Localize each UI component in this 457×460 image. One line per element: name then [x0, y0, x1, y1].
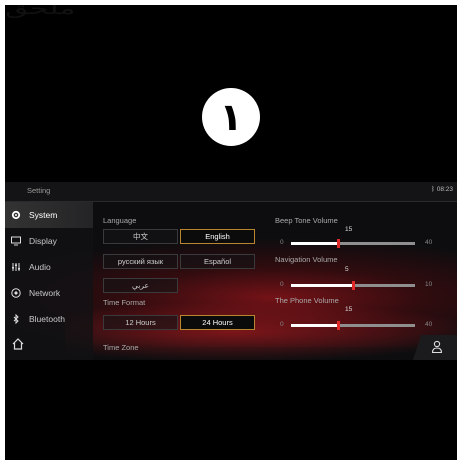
sidebar-item-network[interactable]: Network [5, 280, 93, 306]
header-word: ملحق [5, 5, 76, 19]
navigation-volume-max: 10 [425, 281, 433, 288]
sidebar-item-label: Network [29, 288, 61, 298]
navigation-volume-knob[interactable] [352, 281, 355, 290]
language-label: Language [103, 216, 137, 225]
sidebar-item-display[interactable]: Display [5, 228, 93, 254]
network-icon [11, 288, 21, 298]
language-option-arabic[interactable]: عربي [103, 278, 178, 293]
language-option-spanish[interactable]: Español [180, 254, 255, 269]
sidebar-item-label: Bluetooth [29, 314, 65, 324]
navigation-volume-min: 0 [280, 281, 284, 288]
beep-tone-volume-knob[interactable] [337, 239, 340, 248]
home-button[interactable] [11, 337, 25, 351]
sidebar-item-bluetooth[interactable]: Bluetooth [5, 306, 93, 332]
equalizer-icon [11, 262, 21, 272]
sidebar-item-audio[interactable]: Audio [5, 254, 93, 280]
user-icon [431, 340, 443, 354]
status-clock: ᛒ 08:23 [431, 186, 453, 193]
beep-tone-volume-value: 15 [345, 226, 353, 233]
beep-tone-volume-label: Beep Tone Volume [275, 216, 338, 225]
language-option-english[interactable]: English [180, 229, 255, 244]
beep-tone-volume-slider[interactable] [291, 239, 415, 248]
app-title: Setting [27, 186, 51, 195]
phone-volume-max: 40 [425, 321, 433, 328]
phone-volume-label: The Phone Volume [275, 296, 339, 305]
time-format-12-hours[interactable]: 12 Hours [103, 315, 178, 330]
time-format-24-hours[interactable]: 24 Hours [180, 315, 255, 330]
bluetooth-icon [11, 314, 21, 324]
title-bar: Setting ᛒ 08:23 [5, 182, 457, 202]
language-option-russian[interactable]: русский язык [103, 254, 178, 269]
device-frame: ملحق ١ Setting ᛒ 08:23 System Display Au… [5, 5, 457, 460]
step-number-badge: ١ [202, 88, 260, 146]
phone-volume-min: 0 [280, 321, 284, 328]
sidebar-item-system[interactable]: System [5, 202, 93, 228]
time-format-label: Time Format [103, 298, 146, 307]
sidebar-item-label: System [29, 210, 58, 220]
gear-icon [11, 210, 21, 220]
monitor-icon [11, 236, 21, 246]
home-icon [12, 338, 24, 350]
navigation-volume-label: Navigation Volume [275, 255, 338, 264]
phone-volume-slider[interactable] [291, 321, 415, 330]
beep-tone-volume-fill [291, 242, 338, 245]
navigation-volume-slider[interactable] [291, 281, 415, 290]
language-option-chinese[interactable]: 中文 [103, 229, 178, 244]
phone-volume-value: 15 [345, 306, 353, 313]
beep-tone-volume-min: 0 [280, 239, 284, 246]
phone-volume-fill [291, 324, 338, 327]
sidebar-item-label: Audio [29, 262, 51, 272]
sidebar-item-label: Display [29, 236, 57, 246]
navigation-volume-fill [291, 284, 353, 287]
settings-screen: Setting ᛒ 08:23 System Display Audio Net… [5, 182, 457, 360]
navigation-volume-value: 5 [345, 266, 349, 273]
time-zone-label[interactable]: Time Zone [103, 343, 139, 352]
phone-volume-knob[interactable] [337, 321, 340, 330]
beep-tone-volume-max: 40 [425, 239, 433, 246]
